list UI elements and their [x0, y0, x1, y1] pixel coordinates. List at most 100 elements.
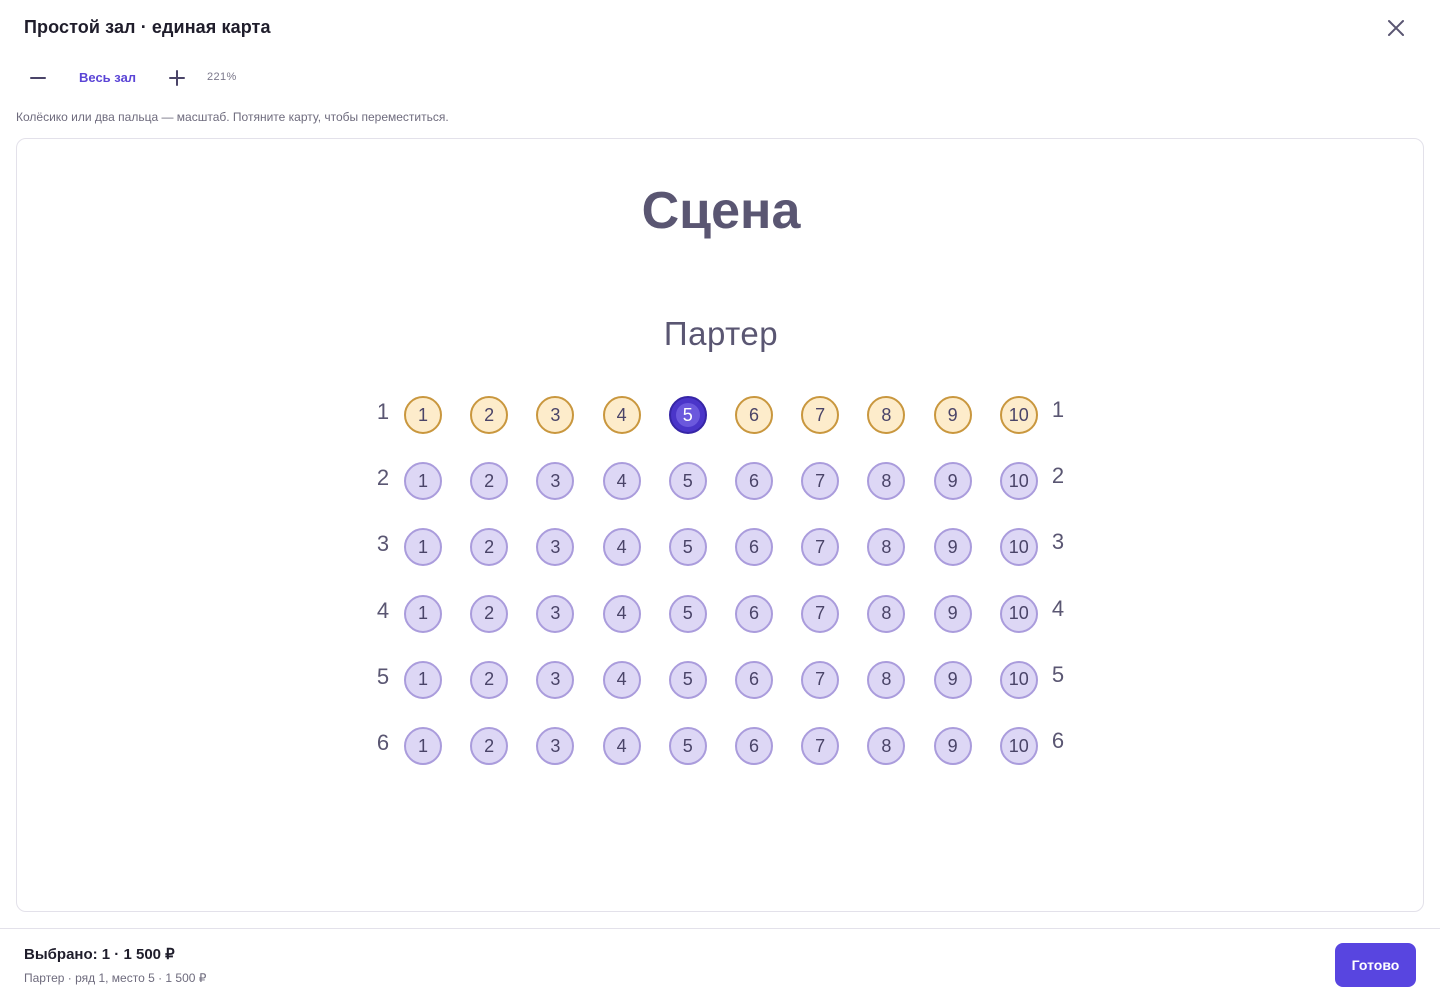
seat[interactable]: 2	[470, 594, 509, 633]
seat[interactable]: 1	[404, 396, 442, 434]
row-label-right: 6	[1051, 728, 1065, 753]
seat[interactable]: 9	[933, 660, 972, 699]
seat[interactable]: 9	[933, 396, 972, 434]
seat[interactable]: 6	[735, 396, 773, 434]
zoom-out-button[interactable]	[24, 64, 52, 92]
seat[interactable]: 6	[735, 594, 773, 633]
seat[interactable]: 3	[536, 396, 575, 434]
seat[interactable]: 2	[470, 396, 509, 434]
seat[interactable]: 9	[933, 594, 972, 633]
seat[interactable]: 9	[933, 528, 972, 567]
seat[interactable]: 3	[536, 727, 575, 765]
seat[interactable]: 5	[668, 727, 707, 765]
done-button[interactable]: Готово	[1335, 943, 1416, 987]
seat[interactable]: 8	[867, 660, 906, 699]
seat[interactable]: 2	[470, 528, 509, 567]
seat[interactable]: 4	[602, 462, 641, 501]
seat[interactable]: 10	[999, 727, 1038, 765]
seat[interactable]: 5	[668, 396, 707, 434]
seat[interactable]: 5	[668, 462, 707, 501]
seat-number: 5	[682, 669, 693, 690]
dialog-header: Простой зал · единая карта	[0, 0, 1440, 56]
seat[interactable]: 1	[404, 528, 442, 567]
seat[interactable]: 6	[735, 727, 773, 765]
seat[interactable]: 1	[404, 594, 442, 633]
seat-number: 10	[1008, 735, 1029, 756]
seat-number: 10	[1008, 603, 1029, 624]
seat[interactable]: 1	[404, 727, 442, 765]
seat[interactable]: 5	[668, 660, 707, 699]
seat[interactable]: 10	[999, 528, 1038, 567]
seat[interactable]: 2	[470, 660, 509, 699]
seat[interactable]: 4	[602, 396, 641, 434]
seat-number: 4	[616, 536, 627, 557]
seat[interactable]: 7	[801, 396, 840, 434]
seat[interactable]: 10	[999, 594, 1038, 633]
seat-number: 4	[616, 470, 627, 491]
seat[interactable]: 10	[999, 660, 1038, 699]
seat[interactable]: 5	[668, 528, 707, 567]
fit-all-button[interactable]: Весь зал	[68, 66, 147, 90]
seat[interactable]: 7	[801, 528, 840, 567]
seat-number: 6	[748, 735, 759, 756]
seat[interactable]: 9	[933, 727, 972, 765]
seat-number: 8	[881, 603, 892, 624]
seat[interactable]: 3	[536, 462, 575, 501]
seat-number: 10	[1008, 536, 1029, 557]
seat[interactable]: 7	[801, 462, 840, 501]
seat-number: 9	[947, 603, 958, 624]
seat[interactable]: 4	[602, 660, 641, 699]
seat[interactable]: 4	[602, 594, 641, 633]
seat[interactable]: 8	[867, 594, 906, 633]
close-button[interactable]	[1380, 12, 1412, 44]
seat-number: 2	[484, 603, 495, 624]
seat[interactable]: 8	[867, 727, 906, 765]
seat[interactable]: 8	[867, 528, 906, 567]
seat-number: 8	[881, 404, 892, 425]
seat[interactable]: 2	[470, 727, 509, 765]
row-label-right: 5	[1051, 661, 1065, 687]
seat[interactable]: 3	[536, 594, 575, 633]
seat[interactable]: 7	[801, 594, 840, 633]
seat-number: 2	[484, 404, 495, 425]
seat[interactable]: 1	[404, 660, 442, 699]
seat[interactable]: 3	[536, 660, 575, 699]
seat-number: 9	[947, 669, 958, 690]
seat[interactable]: 8	[867, 396, 906, 434]
seat[interactable]: 6	[735, 528, 773, 567]
dialog-title: Простой зал · единая карта	[24, 17, 271, 37]
seat[interactable]: 7	[801, 660, 840, 699]
seat-map[interactable]: Сцена Партер 1 1 2 3 4 5 6 7 8 9 10 1 2 1 2 3 4 5 6 7 8 9 10 2 3…	[16, 138, 1424, 912]
seat[interactable]: 3	[536, 528, 575, 567]
section-label: Партер	[663, 315, 779, 352]
seat[interactable]: 4	[602, 528, 641, 567]
seat[interactable]: 5	[668, 594, 707, 633]
seat[interactable]: 6	[735, 660, 773, 699]
row-label-right: 4	[1051, 595, 1065, 621]
seat[interactable]: 10	[999, 396, 1038, 434]
seat-number: 6	[748, 536, 759, 557]
seat-number: 8	[881, 735, 892, 756]
row-label-left: 1	[376, 399, 390, 424]
seat[interactable]: 9	[933, 462, 972, 501]
map-hint: Колёсико или два пальца — масштаб. Потян…	[16, 110, 449, 124]
seat-number: 6	[748, 603, 759, 624]
seat[interactable]: 1	[404, 462, 442, 501]
row-label-left: 3	[376, 531, 390, 557]
seat-number: 8	[881, 470, 892, 491]
seat-number: 3	[550, 603, 561, 624]
seat-number: 3	[550, 669, 561, 690]
seat-number: 9	[947, 470, 958, 491]
seat[interactable]: 7	[801, 727, 840, 765]
seat-number: 1	[417, 669, 428, 690]
zoom-in-button[interactable]	[163, 64, 191, 92]
seat-number: 9	[947, 404, 958, 425]
seat[interactable]: 4	[602, 727, 641, 765]
seat-number: 10	[1008, 404, 1029, 425]
seat[interactable]: 10	[999, 462, 1038, 501]
zoom-toolbar: Весь зал 221%	[0, 58, 700, 98]
seat[interactable]: 6	[735, 462, 773, 501]
seat[interactable]: 2	[470, 462, 509, 501]
seat-number: 7	[815, 470, 826, 491]
seat[interactable]: 8	[867, 462, 906, 501]
